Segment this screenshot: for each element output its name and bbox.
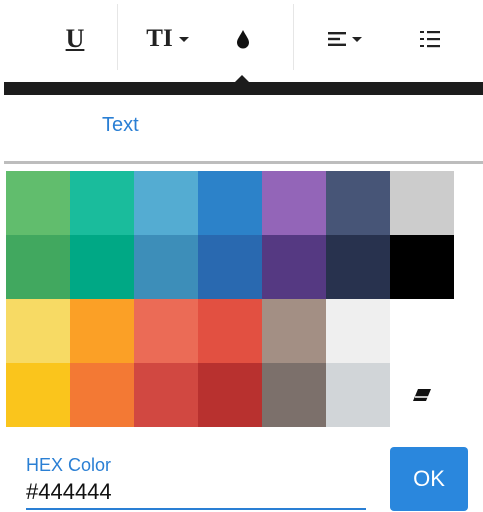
ordered-list-button[interactable] <box>400 0 460 78</box>
popup-pointer <box>235 75 249 82</box>
tab-text[interactable]: Text <box>102 114 139 137</box>
color-swatch[interactable] <box>262 171 326 235</box>
toolbar-separator <box>293 4 294 70</box>
toolbar-separator <box>117 4 118 70</box>
ordered-list-icon <box>420 31 440 48</box>
color-swatch[interactable] <box>198 235 262 299</box>
align-dropdown[interactable] <box>305 0 385 78</box>
color-swatch[interactable] <box>326 299 390 363</box>
color-swatch[interactable] <box>6 299 70 363</box>
color-swatch[interactable] <box>326 363 390 427</box>
underline-button[interactable]: U <box>40 0 110 78</box>
color-swatch[interactable] <box>198 363 262 427</box>
color-swatch[interactable] <box>198 299 262 363</box>
color-swatch[interactable] <box>134 299 198 363</box>
color-swatch[interactable] <box>70 299 134 363</box>
hex-color-input[interactable] <box>26 477 366 507</box>
color-swatch[interactable] <box>134 171 198 235</box>
ok-button[interactable]: OK <box>390 447 468 511</box>
clear-color-button[interactable] <box>390 363 454 427</box>
color-swatch[interactable] <box>262 235 326 299</box>
color-palette <box>6 171 454 427</box>
ink-drop-icon <box>236 30 249 49</box>
eraser-icon <box>413 389 431 401</box>
color-swatch[interactable] <box>390 299 454 363</box>
color-swatch[interactable] <box>70 235 134 299</box>
text-color-button[interactable] <box>215 0 270 78</box>
align-left-icon <box>328 32 346 46</box>
color-popup: Text HEX Color OK <box>4 95 483 512</box>
underline-icon: U <box>65 24 85 53</box>
chevron-down-icon <box>352 36 362 42</box>
color-swatch[interactable] <box>6 363 70 427</box>
font-size-dropdown[interactable]: TI <box>125 0 210 78</box>
font-size-icon: TI <box>146 25 173 52</box>
color-swatch[interactable] <box>70 363 134 427</box>
chevron-down-icon <box>178 36 189 42</box>
tab-divider <box>4 161 483 164</box>
color-swatch[interactable] <box>6 235 70 299</box>
color-swatch[interactable] <box>198 171 262 235</box>
color-swatch[interactable] <box>70 171 134 235</box>
color-swatch[interactable] <box>262 363 326 427</box>
color-swatch[interactable] <box>326 235 390 299</box>
color-swatch[interactable] <box>326 171 390 235</box>
popup-top-bar <box>4 82 483 95</box>
hex-color-label: HEX Color <box>26 455 112 475</box>
color-swatch[interactable] <box>6 171 70 235</box>
color-swatch[interactable] <box>134 363 198 427</box>
color-swatch[interactable] <box>262 299 326 363</box>
color-swatch[interactable] <box>390 235 454 299</box>
color-swatch[interactable] <box>390 171 454 235</box>
hex-input-underline <box>26 508 366 510</box>
color-swatch[interactable] <box>134 235 198 299</box>
editor-toolbar: U TI <box>0 0 483 78</box>
